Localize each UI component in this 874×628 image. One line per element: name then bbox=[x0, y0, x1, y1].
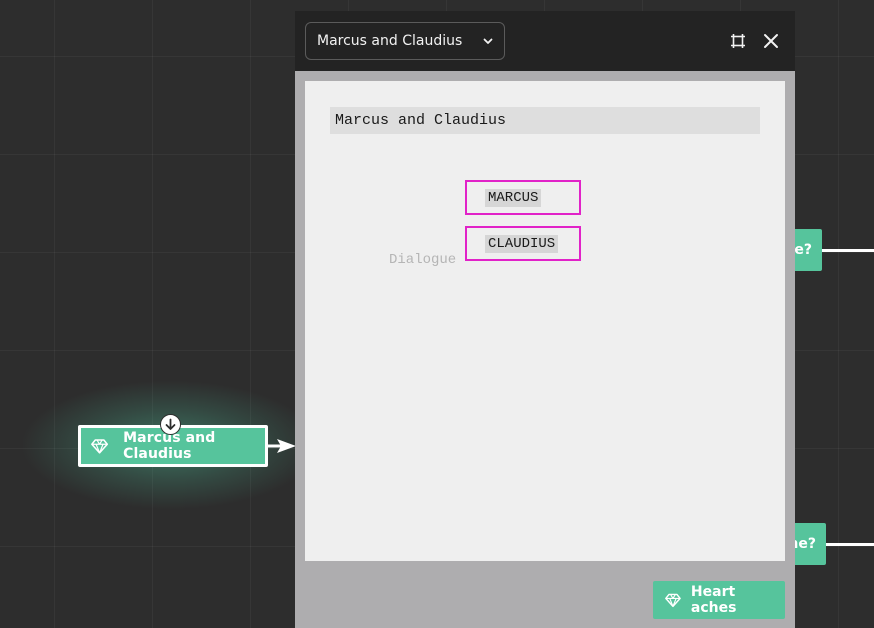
chevron-down-icon bbox=[483, 38, 493, 44]
character-box-marcus[interactable]: MARCUS bbox=[465, 180, 581, 215]
diamond-icon bbox=[91, 439, 109, 454]
scene-title: Marcus and Claudius bbox=[330, 107, 760, 134]
arrow-down-icon bbox=[165, 418, 176, 430]
button-label: Heart aches bbox=[690, 584, 737, 616]
expand-icon bbox=[731, 34, 745, 48]
link-arrow bbox=[267, 439, 296, 453]
passage-select-value: Marcus and Claudius bbox=[317, 33, 463, 49]
link-line bbox=[826, 543, 874, 546]
close-button[interactable] bbox=[761, 31, 781, 51]
character-name: MARCUS bbox=[485, 188, 542, 207]
start-badge bbox=[160, 414, 181, 435]
passage-select[interactable]: Marcus and Claudius bbox=[305, 22, 505, 60]
expand-button[interactable] bbox=[728, 31, 748, 51]
dialog-header: Marcus and Claudius bbox=[295, 11, 795, 71]
script-preview: Marcus and Claudius MARCUS CLAUDIUS Dial… bbox=[305, 81, 785, 561]
diamond-icon bbox=[665, 593, 681, 608]
heart-aches-button[interactable]: Heart aches bbox=[653, 581, 785, 619]
close-icon bbox=[764, 34, 778, 48]
character-box-claudius[interactable]: CLAUDIUS bbox=[465, 226, 581, 261]
node-label: Marcus and Claudius bbox=[123, 430, 216, 462]
node-label: e? bbox=[794, 242, 812, 258]
passage-preview-dialog: Marcus and Claudius Marcus and Claudius … bbox=[295, 11, 795, 628]
character-name: CLAUDIUS bbox=[485, 234, 559, 253]
dialogue-placeholder: Dialogue bbox=[389, 252, 457, 268]
link-line bbox=[822, 249, 874, 252]
